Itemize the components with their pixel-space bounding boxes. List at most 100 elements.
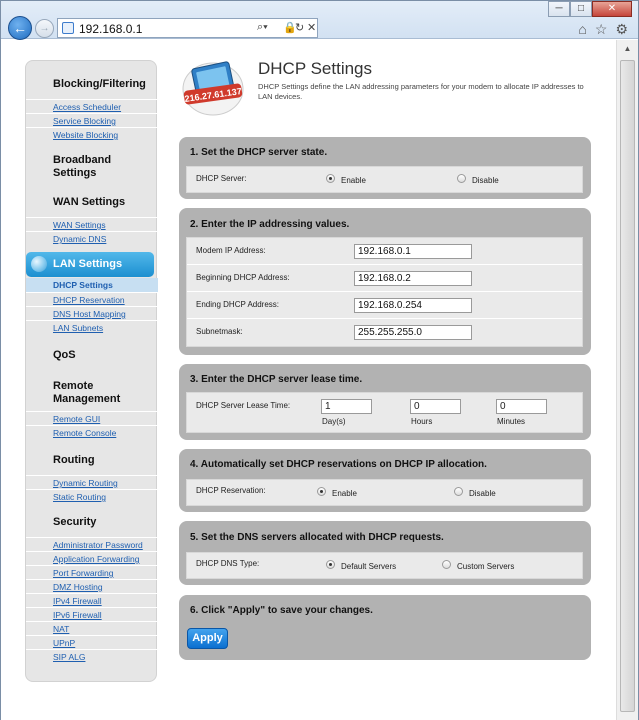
end-dhcp-row: Ending DHCP Address: 192.168.0.254: [187, 292, 582, 319]
stop-icon[interactable]: ✕: [307, 21, 316, 34]
maximize-button[interactable]: □: [570, 1, 592, 17]
dhcp-reservation-disable-label[interactable]: Disable: [469, 489, 496, 498]
sidebar-link-administrator-password[interactable]: Administrator Password: [26, 537, 158, 551]
sidebar-link-sip-alg[interactable]: SIP ALG: [26, 649, 158, 663]
panel-title-6: 6. Click "Apply" to save your changes.: [190, 605, 373, 616]
sidebar-link-lan-subnets[interactable]: LAN Subnets: [26, 320, 158, 334]
lease-days-input[interactable]: 1: [321, 399, 372, 414]
dhcp-reservation-label: DHCP Reservation:: [196, 486, 266, 495]
dhcp-reservation-enable-label[interactable]: Enable: [332, 489, 357, 498]
sidebar-section-security: Security Administrator Password Applicat…: [26, 516, 158, 663]
dhcp-reservation-row: DHCP Reservation: Enable Disable: [187, 480, 582, 505]
sidebar-link-service-blocking[interactable]: Service Blocking: [26, 113, 158, 127]
panel-dhcp-reservations: 4. Automatically set DHCP reservations o…: [179, 449, 591, 512]
dns-type-row: DHCP DNS Type: Default Servers Custom Se…: [187, 553, 582, 578]
dhcp-server-label: DHCP Server:: [196, 174, 247, 183]
dhcp-reservation-disable-radio[interactable]: [454, 487, 463, 496]
sidebar-heading-lan[interactable]: LAN Settings: [26, 252, 154, 277]
toolbar-icons: ⌂ ☆ ⚙: [578, 21, 628, 38]
sidebar-link-website-blocking[interactable]: Website Blocking: [26, 127, 158, 141]
sidebar-section-blocking: Blocking/Filtering Access Scheduler Serv…: [26, 78, 158, 141]
sidebar-link-wan-settings[interactable]: WAN Settings: [26, 217, 158, 231]
panel-3-rows: DHCP Server Lease Time: 1 Day(s) 0 Hours…: [186, 392, 583, 433]
sidebar-link-static-routing[interactable]: Static Routing: [26, 489, 158, 503]
sidebar-link-remote-gui[interactable]: Remote GUI: [26, 411, 158, 425]
modem-ip-input[interactable]: 192.168.0.1: [354, 244, 472, 259]
dns-custom-radio[interactable]: [442, 560, 451, 569]
sidebar-heading-remote[interactable]: Remote Management: [26, 380, 126, 406]
sidebar-section-qos: QoS: [26, 349, 158, 362]
sidebar-link-upnp[interactable]: UPnP: [26, 635, 158, 649]
end-dhcp-label: Ending DHCP Address:: [196, 300, 280, 309]
sidebar-heading-qos[interactable]: QoS: [26, 349, 158, 362]
sidebar-heading-blocking[interactable]: Blocking/Filtering: [26, 78, 158, 91]
sidebar-link-ipv6-firewall[interactable]: IPv6 Firewall: [26, 607, 158, 621]
lease-minutes-input[interactable]: 0: [496, 399, 547, 414]
sidebar-section-routing: Routing Dynamic Routing Static Routing: [26, 454, 158, 503]
sidebar-link-dhcp-settings[interactable]: DHCP Settings: [26, 278, 158, 292]
begin-dhcp-input[interactable]: 192.168.0.2: [354, 271, 472, 286]
sidebar-heading-security[interactable]: Security: [26, 516, 158, 529]
sidebar-heading-lan-label: LAN Settings: [53, 258, 123, 270]
scrollbar-thumb[interactable]: [620, 60, 635, 712]
sidebar-link-dhcp-reservation[interactable]: DHCP Reservation: [26, 292, 158, 306]
scroll-up-arrow-icon[interactable]: ▲: [617, 40, 638, 58]
subnetmask-label: Subnetmask:: [196, 327, 243, 336]
sidebar-link-remote-console[interactable]: Remote Console: [26, 425, 158, 439]
modem-ip-row: Modem IP Address: 192.168.0.1: [187, 238, 582, 265]
dhcp-server-disable-radio[interactable]: [457, 174, 466, 183]
dhcp-server-enable-label[interactable]: Enable: [341, 176, 366, 185]
page-content: Blocking/Filtering Access Scheduler Serv…: [1, 40, 616, 720]
sidebar-link-dmz-hosting[interactable]: DMZ Hosting: [26, 579, 158, 593]
page-icon: [62, 22, 74, 34]
sidebar-link-application-forwarding[interactable]: Application Forwarding: [26, 551, 158, 565]
dhcp-server-enable-radio[interactable]: [326, 174, 335, 183]
panel-4-rows: DHCP Reservation: Enable Disable: [186, 479, 583, 506]
sidebar: Blocking/Filtering Access Scheduler Serv…: [25, 60, 158, 682]
modem-ip-label: Modem IP Address:: [196, 246, 266, 255]
begin-dhcp-row: Beginning DHCP Address: 192.168.0.2: [187, 265, 582, 292]
end-dhcp-input[interactable]: 192.168.0.254: [354, 298, 472, 313]
sidebar-link-access-scheduler[interactable]: Access Scheduler: [26, 99, 158, 113]
sidebar-section-broadband: Broadband Settings: [26, 154, 158, 180]
minimize-button[interactable]: ─: [548, 1, 570, 17]
sidebar-link-port-forwarding[interactable]: Port Forwarding: [26, 565, 158, 579]
panel-dns-servers: 5. Set the DNS servers allocated with DH…: [179, 521, 591, 585]
page-title: DHCP Settings: [258, 59, 373, 78]
dhcp-reservation-enable-radio[interactable]: [317, 487, 326, 496]
sidebar-section-remote: Remote Management Remote GUI Remote Cons…: [26, 380, 158, 439]
dns-default-label[interactable]: Default Servers: [341, 562, 396, 571]
sidebar-heading-broadband[interactable]: Broadband Settings: [26, 154, 126, 180]
dns-default-radio[interactable]: [326, 560, 335, 569]
sidebar-link-nat[interactable]: NAT: [26, 621, 158, 635]
forward-button[interactable]: →: [35, 19, 54, 38]
favorites-star-icon[interactable]: ☆: [595, 21, 608, 38]
sidebar-link-ipv4-firewall[interactable]: IPv4 Firewall: [26, 593, 158, 607]
apply-button[interactable]: Apply: [187, 628, 228, 649]
panel-ip-addressing: 2. Enter the IP addressing values. Modem…: [179, 208, 591, 355]
page-description: DHCP Settings define the LAN addressing …: [258, 82, 584, 101]
home-icon[interactable]: ⌂: [578, 21, 586, 38]
sidebar-heading-routing[interactable]: Routing: [26, 454, 158, 467]
close-button[interactable]: ✕: [592, 1, 632, 17]
dhcp-server-disable-label[interactable]: Disable: [472, 176, 499, 185]
vertical-scrollbar[interactable]: ▲: [616, 40, 638, 720]
lease-hours-input[interactable]: 0: [410, 399, 461, 414]
panel-title-1: 1. Set the DHCP server state.: [190, 147, 328, 158]
panel-lease-time: 3. Enter the DHCP server lease time. DHC…: [179, 364, 591, 440]
sidebar-link-dns-host-mapping[interactable]: DNS Host Mapping: [26, 306, 158, 320]
sidebar-section-wan: WAN Settings WAN Settings Dynamic DNS: [26, 196, 158, 245]
dns-custom-label[interactable]: Custom Servers: [457, 562, 514, 571]
sidebar-link-dynamic-routing[interactable]: Dynamic Routing: [26, 475, 158, 489]
refresh-icon[interactable]: ↻: [295, 21, 304, 34]
sidebar-heading-wan[interactable]: WAN Settings: [26, 196, 158, 209]
browser-window: ← → 192.168.0.1 ⌕▾ 🔒 ↻ ✕ ─ □ ✕ ⌂ ☆ ⚙ Blo…: [0, 0, 639, 720]
panel-title-3: 3. Enter the DHCP server lease time.: [190, 374, 363, 385]
subnetmask-input[interactable]: 255.255.255.0: [354, 325, 472, 340]
panel-5-rows: DHCP DNS Type: Default Servers Custom Se…: [186, 552, 583, 579]
back-button[interactable]: ←: [8, 16, 32, 40]
settings-gear-icon[interactable]: ⚙: [615, 21, 628, 38]
address-bar[interactable]: 192.168.0.1 ⌕▾ 🔒 ↻ ✕: [57, 18, 318, 38]
sidebar-link-dynamic-dns[interactable]: Dynamic DNS: [26, 231, 158, 245]
search-icon[interactable]: ⌕▾: [257, 21, 268, 34]
